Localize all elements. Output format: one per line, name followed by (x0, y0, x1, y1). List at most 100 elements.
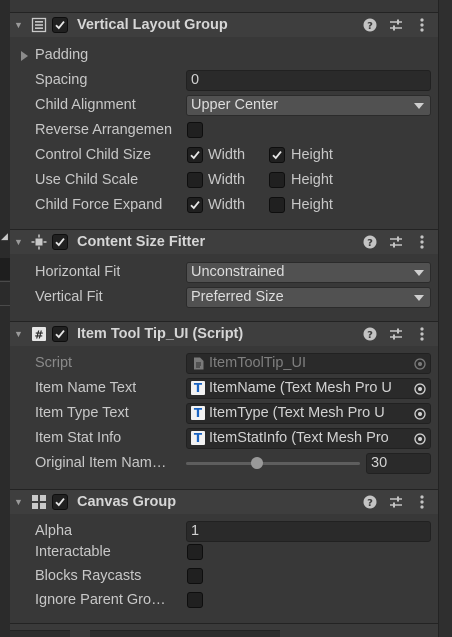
foldout-arrow-icon[interactable]: ▼ (14, 237, 24, 247)
blocks-raycasts-checkbox[interactable] (187, 568, 203, 584)
use-child-scale-row: Use Child Scale Width Height (10, 168, 438, 193)
slider-track[interactable] (186, 462, 360, 465)
item-stat-info-label: Item Stat Info (35, 430, 122, 446)
text-mesh-pro-icon: T (191, 431, 205, 445)
content-size-fitter-icon (31, 234, 47, 250)
component-enabled-checkbox[interactable] (52, 326, 68, 342)
vertical-layout-icon (31, 17, 47, 33)
interactable-row: Interactable (10, 540, 438, 565)
height-label: Height (291, 172, 333, 188)
spacing-row: Spacing 0 (10, 68, 438, 93)
item-stat-info-field[interactable]: T ItemStatInfo (Text Mesh Pro (186, 428, 431, 449)
alpha-field[interactable]: 1 (186, 521, 431, 542)
blocks-raycasts-label: Blocks Raycasts (35, 568, 142, 584)
presets-icon[interactable] (388, 17, 404, 33)
horizontal-fit-label: Horizontal Fit (35, 264, 121, 280)
child-alignment-dropdown[interactable]: Upper Center (186, 95, 431, 116)
component-title: Content Size Fitter (77, 234, 206, 250)
child-alignment-label: Child Alignment (35, 97, 136, 113)
slider-value-field[interactable]: 30 (366, 453, 431, 474)
inspector-scrollbar[interactable] (438, 0, 452, 637)
spacing-label: Spacing (35, 72, 88, 88)
kebab-menu-icon[interactable] (414, 234, 430, 250)
component-title: Item Tool Tip_UI (Script) (77, 326, 244, 342)
help-icon[interactable]: ? (362, 326, 378, 342)
horizontal-fit-value: Unconstrained (191, 264, 285, 280)
hierarchy-divider (0, 281, 10, 282)
foldout-arrow-icon[interactable]: ▼ (14, 329, 24, 339)
content-size-fitter-header[interactable]: ▼ Content Size Fitter ? (10, 229, 438, 254)
presets-icon[interactable] (388, 494, 404, 510)
chevron-down-icon (414, 270, 424, 276)
child-force-expand-row: Child Force Expand Width Height (10, 193, 438, 218)
svg-text:#: # (34, 329, 43, 342)
hierarchy-divider (0, 305, 10, 306)
vertical-fit-value: Preferred Size (191, 289, 284, 305)
kebab-menu-icon[interactable] (414, 326, 430, 342)
control-child-size-height-checkbox[interactable] (269, 147, 285, 163)
ignore-parent-groups-label: Ignore Parent Gro… (35, 592, 166, 608)
help-icon[interactable]: ? (362, 17, 378, 33)
partial-element (90, 630, 280, 637)
vertical-fit-label: Vertical Fit (35, 289, 103, 305)
script-label: Script (35, 355, 73, 371)
next-component-edge (10, 624, 438, 637)
reverse-arrangement-row: Reverse Arrangemen (10, 118, 438, 143)
object-picker-icon[interactable] (410, 429, 430, 448)
control-child-size-width-checkbox[interactable] (187, 147, 203, 163)
svg-text:?: ? (367, 238, 373, 249)
help-icon[interactable]: ? (362, 494, 378, 510)
horizontal-fit-dropdown[interactable]: Unconstrained (186, 262, 431, 283)
height-label: Height (291, 197, 333, 213)
child-force-expand-height-checkbox[interactable] (269, 197, 285, 213)
component-enabled-checkbox[interactable] (52, 494, 68, 510)
foldout-arrow-icon[interactable]: ▼ (14, 497, 24, 507)
vertical-fit-dropdown[interactable]: Preferred Size (186, 287, 431, 308)
object-picker-icon (410, 354, 430, 373)
cs-script-icon (191, 356, 205, 370)
kebab-menu-icon[interactable] (414, 17, 430, 33)
reverse-arrangement-label: Reverse Arrangemen (35, 122, 173, 138)
presets-icon[interactable] (388, 234, 404, 250)
svg-text:?: ? (367, 21, 373, 32)
ignore-parent-groups-row: Ignore Parent Gro… (10, 588, 438, 613)
script-value: ItemToolTip_UI (209, 355, 306, 371)
original-item-name-label: Original Item Nam… (35, 455, 167, 471)
padding-row[interactable]: Padding (10, 43, 438, 68)
component-title: Canvas Group (77, 494, 177, 510)
chevron-down-icon (414, 295, 424, 301)
object-picker-icon[interactable] (410, 379, 430, 398)
svg-text:?: ? (367, 498, 373, 509)
item-name-text-row: Item Name Text T ItemName (Text Mesh Pro… (10, 376, 438, 401)
item-tool-tip-header[interactable]: ▼ # Item Tool Tip_UI (Script) ? (10, 321, 438, 346)
vertical-layout-group-header[interactable]: ▼ Vertical Layout Group ? (10, 12, 438, 37)
item-name-text-value: ItemName (Text Mesh Pro U (209, 380, 392, 396)
foldout-arrow-icon[interactable]: ▼ (14, 20, 24, 30)
item-stat-info-value: ItemStatInfo (Text Mesh Pro (209, 430, 389, 446)
use-child-scale-width-checkbox[interactable] (187, 172, 203, 188)
hierarchy-fold-icon[interactable]: ◢ (1, 231, 8, 242)
partial-element (10, 630, 70, 637)
reverse-arrangement-checkbox[interactable] (187, 122, 203, 138)
ignore-parent-groups-checkbox[interactable] (187, 592, 203, 608)
interactable-checkbox[interactable] (187, 544, 203, 560)
component-enabled-checkbox[interactable] (52, 234, 68, 250)
padding-foldout-icon[interactable] (21, 51, 28, 61)
help-icon[interactable]: ? (362, 234, 378, 250)
component-enabled-checkbox[interactable] (52, 17, 68, 33)
spacing-field[interactable]: 0 (186, 70, 431, 91)
item-type-text-label: Item Type Text (35, 405, 129, 421)
item-type-text-field[interactable]: T ItemType (Text Mesh Pro U (186, 403, 431, 424)
vertical-fit-row: Vertical Fit Preferred Size (10, 285, 438, 310)
kebab-menu-icon[interactable] (414, 494, 430, 510)
canvas-group-header[interactable]: ▼ Canvas Group ? (10, 489, 438, 514)
item-name-text-field[interactable]: T ItemName (Text Mesh Pro U (186, 378, 431, 399)
item-stat-info-row: Item Stat Info T ItemStatInfo (Text Mesh… (10, 426, 438, 451)
text-mesh-pro-icon: T (191, 406, 205, 420)
object-picker-icon[interactable] (410, 404, 430, 423)
child-force-expand-width-checkbox[interactable] (187, 197, 203, 213)
use-child-scale-height-checkbox[interactable] (269, 172, 285, 188)
script-icon: # (31, 326, 47, 342)
presets-icon[interactable] (388, 326, 404, 342)
slider-thumb[interactable] (250, 457, 263, 469)
